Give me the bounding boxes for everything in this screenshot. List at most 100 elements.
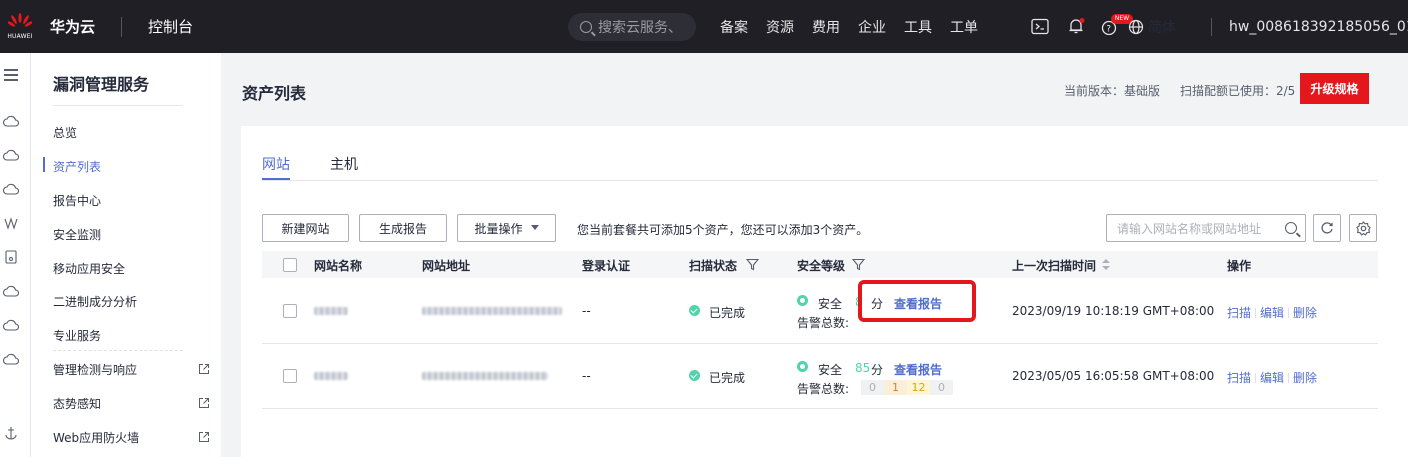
batch-operations-dropdown[interactable]: 批量操作 — [457, 214, 556, 242]
column-header-last-scan-time: 上一次扫描时间 — [1012, 259, 1097, 273]
delete-link[interactable]: 删除 — [1293, 304, 1317, 321]
nav-tools[interactable]: 工具 — [904, 17, 932, 37]
divider — [1255, 372, 1257, 383]
sidebar-item-mobile-app-security[interactable]: 移动应用安全 — [53, 260, 125, 277]
search-icon — [580, 21, 592, 33]
cloud-icon[interactable] — [3, 114, 19, 128]
nav-resources[interactable]: 资源 — [766, 17, 794, 37]
column-header-site-url: 网站地址 — [422, 259, 471, 273]
global-search-input[interactable]: 搜索云服务、 — [568, 13, 696, 41]
site-name-redacted — [314, 307, 348, 315]
external-link-icon[interactable] — [198, 431, 210, 443]
scan-link[interactable]: 扫描 — [1227, 304, 1251, 321]
nav-billing[interactable]: 费用 — [812, 17, 840, 37]
column-header-site-name: 网站名称 — [314, 259, 363, 273]
asset-quota-hint: 您当前套餐共可添加5个资产，您还可以添加3个资产。 — [577, 223, 869, 237]
row-checkbox[interactable] — [283, 304, 297, 318]
scan-status-value: 已完成 — [709, 306, 746, 320]
tab-hosts[interactable]: 主机 — [330, 154, 358, 174]
active-indicator — [43, 157, 45, 172]
sidebar-item-overview[interactable]: 总览 — [53, 124, 77, 141]
batch-operations-label: 批量操作 — [474, 221, 523, 236]
sidebar-item-binary-analysis[interactable]: 二进制成分分析 — [53, 293, 137, 310]
sidebar-item-mdr[interactable]: 管理检测与响应 — [53, 361, 137, 378]
edit-link[interactable]: 编辑 — [1260, 369, 1284, 386]
network-icon[interactable] — [3, 216, 19, 230]
new-website-button[interactable]: 新建网站 — [262, 214, 349, 242]
console-link[interactable]: 控制台 — [148, 16, 193, 37]
column-header-security-level: 安全等级 — [797, 259, 846, 273]
menu-icon[interactable] — [3, 67, 19, 83]
user-account-menu[interactable]: hw_008618392185056_01 — [1229, 0, 1408, 53]
critical-alert-count: 0 — [861, 380, 884, 395]
refresh-button[interactable] — [1313, 214, 1341, 242]
logo-text: HUAWEI — [7, 33, 33, 40]
filter-icon[interactable] — [852, 258, 865, 271]
medium-alert-count: 12 — [907, 380, 930, 395]
row-divider — [262, 343, 1378, 344]
cloud-shell-icon[interactable] — [1031, 18, 1049, 35]
upgrade-button[interactable]: 升级规格 — [1300, 73, 1369, 104]
cloud-icon[interactable] — [3, 182, 19, 196]
high-alert-count: 1 — [884, 380, 907, 395]
divider — [1255, 307, 1257, 318]
cloud-icon[interactable] — [3, 148, 19, 162]
sidebar-item-report-center[interactable]: 报告中心 — [53, 192, 101, 209]
settings-button[interactable] — [1349, 214, 1377, 242]
nav-enterprise[interactable]: 企业 — [858, 17, 886, 37]
cloud-icon[interactable] — [3, 318, 19, 332]
external-link-icon[interactable] — [198, 363, 210, 375]
tab-websites[interactable]: 网站 — [262, 154, 290, 174]
bell-icon[interactable] — [1067, 18, 1085, 35]
anchor-icon[interactable] — [3, 426, 19, 440]
safe-shield-icon — [797, 295, 808, 306]
sidebar-item-security-monitoring[interactable]: 安全监测 — [53, 226, 101, 243]
site-url-redacted — [422, 372, 548, 380]
scan-link[interactable]: 扫描 — [1227, 369, 1251, 386]
delete-link[interactable]: 删除 — [1293, 369, 1317, 386]
sidebar-item-professional-services[interactable]: 专业服务 — [53, 327, 101, 344]
storage-icon[interactable] — [3, 250, 19, 264]
low-alert-count: 0 — [930, 380, 953, 395]
login-auth-value: -- — [582, 369, 591, 383]
divider — [1211, 18, 1212, 36]
select-all-checkbox[interactable] — [283, 258, 297, 272]
divider — [53, 350, 183, 351]
success-check-icon — [689, 305, 700, 316]
nav-filing[interactable]: 备案 — [720, 17, 748, 37]
service-sidebar: 漏洞管理服务 总览 资产列表 报告中心 安全监测 移动应用安全 二进制成分分析 … — [31, 53, 221, 457]
edit-link[interactable]: 编辑 — [1260, 304, 1284, 321]
column-header-actions: 操作 — [1227, 259, 1252, 273]
brand-name[interactable]: 华为云 — [50, 16, 95, 37]
filter-icon[interactable] — [746, 258, 759, 271]
external-link-icon[interactable] — [198, 397, 210, 409]
current-version: 当前版本：基础版 — [1064, 84, 1161, 98]
sidebar-item-situation-awareness[interactable]: 态势感知 — [53, 395, 101, 412]
security-level-value: 安全 — [818, 297, 843, 311]
sidebar-item-waf[interactable]: Web应用防火墙 — [53, 429, 139, 446]
huawei-logo[interactable]: HUAWEI — [0, 0, 40, 53]
alert-severity-counts: 0 1 12 0 — [861, 380, 953, 395]
last-scan-time: 2023/05/05 16:05:58 GMT+08:00 — [1012, 369, 1215, 383]
view-report-link[interactable]: 查看报告 — [894, 361, 942, 378]
cloud-icon[interactable] — [3, 352, 19, 366]
safe-shield-icon — [797, 361, 808, 372]
divider — [1288, 372, 1290, 383]
service-icon-rail — [0, 53, 31, 457]
cloud-icon[interactable] — [3, 284, 19, 298]
nav-tickets[interactable]: 工单 — [950, 17, 978, 37]
sort-icon[interactable] — [1102, 259, 1110, 270]
gear-icon — [1355, 220, 1371, 236]
generate-report-button[interactable]: 生成报告 — [359, 214, 447, 242]
globe-icon — [1128, 19, 1144, 34]
row-actions: 扫描 编辑 删除 — [1227, 369, 1317, 386]
language-switch[interactable]: 简体 — [1128, 0, 1176, 53]
search-icon[interactable] — [1285, 222, 1297, 234]
caret-down-icon — [530, 225, 539, 230]
top-nav-links: 备案 资源 费用 企业 工具 工单 — [720, 0, 996, 53]
row-actions: 扫描 编辑 删除 — [1227, 304, 1317, 321]
website-search-input[interactable]: 请输入网站名称或网站地址 — [1106, 214, 1306, 242]
active-tab-underline — [262, 178, 290, 180]
row-checkbox[interactable] — [283, 369, 297, 383]
sidebar-item-asset-list[interactable]: 资产列表 — [53, 158, 101, 175]
